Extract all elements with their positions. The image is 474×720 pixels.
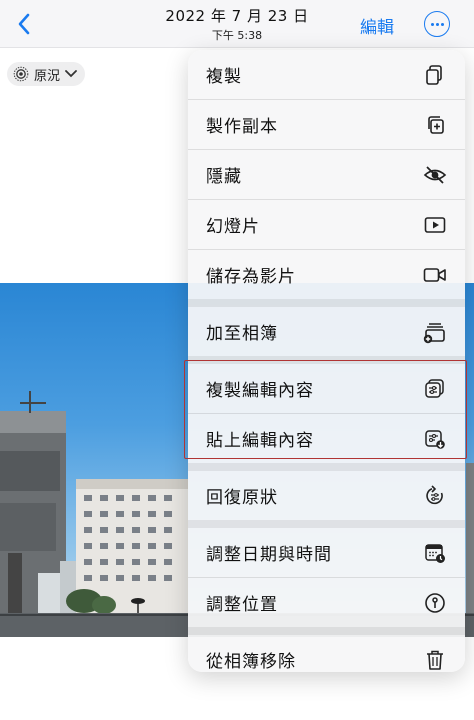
revert-icon — [422, 483, 448, 509]
menu-item-label: 複製 — [206, 67, 242, 87]
menu-item-copy[interactable]: 複製 — [188, 50, 465, 99]
live-photo-icon — [13, 66, 29, 82]
context-menu: 複製 製作副本 隱藏 幻燈片 儲存為影片 加至相簿 複製編輯內容 貼上編輯內容 … — [188, 50, 465, 672]
live-photo-label: 原況 — [34, 68, 61, 84]
photo-time: 下午 5:38 — [211, 29, 263, 42]
chevron-down-icon — [65, 70, 77, 78]
live-photo-toggle[interactable]: 原況 — [7, 62, 86, 86]
menu-item-label: 調整位置 — [206, 595, 278, 615]
menu-item-label: 加至相簿 — [206, 324, 278, 344]
add-to-album-icon — [422, 319, 448, 345]
menu-item-add-to-album[interactable]: 加至相簿 — [188, 307, 465, 356]
photo-date: 2022 年 7 月 23 日 — [165, 7, 309, 25]
menu-item-label: 複製編輯內容 — [206, 381, 314, 401]
menu-item-adjust-date-time[interactable]: 調整日期與時間 — [188, 528, 465, 577]
paste-edits-icon — [422, 426, 448, 452]
menu-item-adjust-location[interactable]: 調整位置 — [188, 578, 465, 627]
video-icon — [422, 262, 448, 288]
trash-icon — [422, 647, 448, 673]
menu-item-label: 儲存為影片 — [206, 267, 296, 287]
menu-item-remove-from-album[interactable]: 從相簿移除 — [188, 635, 465, 672]
menu-item-hide[interactable]: 隱藏 — [188, 150, 465, 199]
menu-item-label: 調整日期與時間 — [206, 545, 332, 565]
menu-item-label: 製作副本 — [206, 117, 278, 137]
menu-item-slideshow[interactable]: 幻燈片 — [188, 200, 465, 249]
eye-slash-icon — [422, 162, 448, 188]
menu-item-paste-edits[interactable]: 貼上編輯內容 — [188, 414, 465, 463]
play-rectangle-icon — [422, 212, 448, 238]
menu-item-copy-edits[interactable]: 複製編輯內容 — [188, 364, 465, 413]
more-button[interactable] — [424, 11, 450, 37]
menu-item-duplicate[interactable]: 製作副本 — [188, 100, 465, 149]
menu-item-label: 隱藏 — [206, 167, 242, 187]
menu-item-revert[interactable]: 回復原狀 — [188, 471, 465, 520]
duplicate-icon — [422, 112, 448, 138]
menu-item-label: 回復原狀 — [206, 488, 278, 508]
edit-button[interactable]: 編輯 — [360, 13, 394, 38]
location-info-icon — [422, 590, 448, 616]
calendar-clock-icon — [422, 540, 448, 566]
copy-icon — [422, 62, 448, 88]
ellipsis-circle-icon — [430, 22, 434, 26]
menu-item-label: 貼上編輯內容 — [206, 431, 314, 451]
menu-item-save-as-video[interactable]: 儲存為影片 — [188, 250, 465, 299]
menu-item-label: 從相簿移除 — [206, 652, 296, 672]
menu-item-label: 幻燈片 — [206, 217, 260, 237]
copy-edits-icon — [422, 376, 448, 402]
navigation-bar: 2022 年 7 月 23 日 下午 5:38 編輯 — [0, 0, 474, 48]
